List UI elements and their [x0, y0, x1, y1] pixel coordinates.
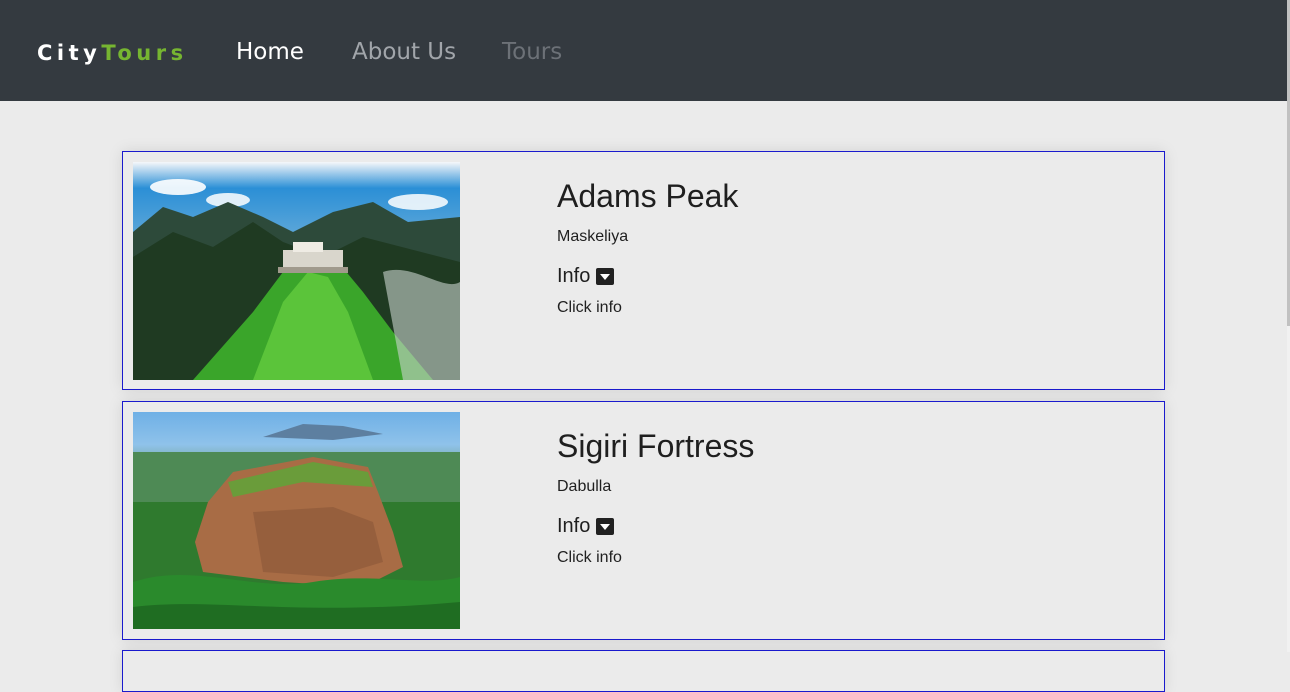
- tour-location: Maskeliya: [557, 228, 629, 245]
- info-label: Info: [557, 515, 591, 537]
- nav-home-link[interactable]: Home: [236, 37, 304, 67]
- info-text: Click info: [557, 299, 622, 316]
- navbar: CityTours Home About Us Tours: [0, 0, 1287, 101]
- tour-title: Adams Peak: [557, 178, 739, 214]
- nav-tours-link[interactable]: Tours: [502, 37, 562, 67]
- tour-title: Sigiri Fortress: [557, 428, 755, 464]
- rock-fortress-photo: [133, 412, 460, 630]
- tour-card: Adams Peak Maskeliya Info Click info: [122, 151, 1165, 390]
- info-toggle[interactable]: Info: [557, 264, 615, 288]
- info-toggle[interactable]: Info: [557, 514, 615, 538]
- brand-logo[interactable]: CityTours: [37, 38, 188, 68]
- nav-about-link[interactable]: About Us: [352, 37, 456, 67]
- info-text: Click info: [557, 549, 622, 566]
- tour-card: Sigiri Fortress Dabulla Info Click info: [122, 401, 1165, 640]
- caret-down-icon[interactable]: [596, 267, 615, 285]
- brand-name-part1: City: [37, 41, 102, 65]
- mountain-peak-photo: [133, 162, 460, 380]
- brand-name-part2: Tours: [101, 41, 188, 65]
- info-label: Info: [557, 265, 591, 287]
- tour-location: Dabulla: [557, 478, 612, 495]
- caret-down-icon[interactable]: [596, 517, 615, 535]
- tour-card: [122, 650, 1165, 692]
